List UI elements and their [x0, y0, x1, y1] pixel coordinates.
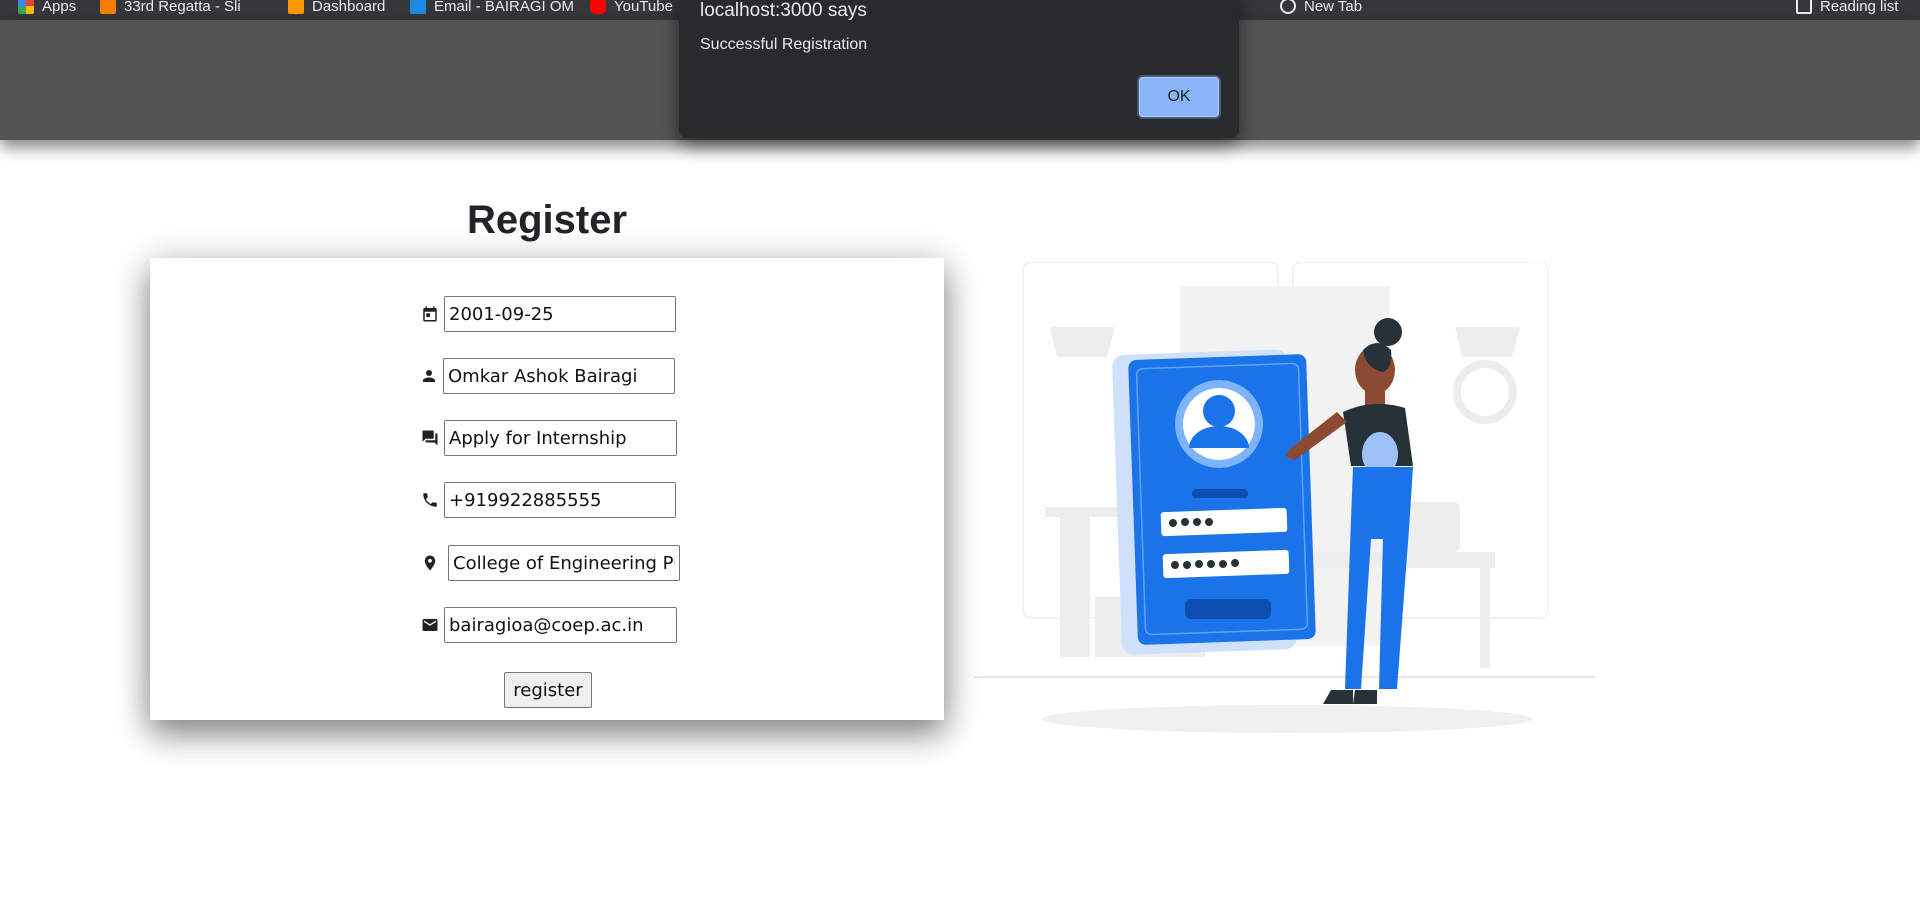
- dialog-title: localhost:3000 says: [700, 0, 867, 21]
- bookmark-email[interactable]: Email - BAIRAGI OM: [410, 0, 574, 16]
- calendar-icon: [420, 304, 440, 324]
- bookmark-label: Dashboard: [312, 0, 386, 15]
- bookmark-label: 33rd Regatta - Sli: [124, 0, 241, 15]
- dob-row: [420, 295, 676, 333]
- bookmark-regatta[interactable]: 33rd Regatta - Sli: [100, 0, 241, 16]
- bookmark-favicon-icon: [100, 0, 116, 14]
- bookmark-label: Reading list: [1820, 0, 1899, 15]
- purpose-row: [420, 419, 677, 457]
- phone-icon: [420, 490, 440, 510]
- bookmark-youtube[interactable]: YouTube: [590, 0, 673, 16]
- bookmark-label: Apps: [42, 0, 77, 15]
- dashboard-favicon-icon: [288, 0, 304, 14]
- mail-icon: [420, 615, 440, 635]
- phone-row: [420, 481, 676, 519]
- register-form: register: [150, 258, 944, 720]
- person-icon: [419, 366, 439, 386]
- dialog-message: Successful Registration: [700, 36, 868, 53]
- reading-list-icon: [1796, 0, 1812, 14]
- new-tab-icon: [1280, 0, 1296, 14]
- page-title: Register: [466, 198, 628, 242]
- youtube-icon: [590, 0, 606, 14]
- alert-dialog: localhost:3000 says Successful Registrat…: [679, 0, 1239, 138]
- purpose-input[interactable]: [444, 420, 677, 456]
- bookmark-label: New Tab: [1304, 0, 1363, 15]
- phone-input[interactable]: [444, 482, 676, 518]
- bookmark-dashboard[interactable]: Dashboard: [288, 0, 385, 16]
- name-row: [419, 357, 675, 395]
- mail-favicon-icon: [410, 0, 426, 14]
- bookmark-apps[interactable]: Apps: [18, 0, 76, 16]
- login-illustration: [975, 261, 1600, 742]
- bookmark-label: YouTube: [614, 0, 673, 15]
- bookmark-label: Email - BAIRAGI OM: [434, 0, 575, 15]
- email-input[interactable]: [444, 607, 677, 643]
- reading-list-button[interactable]: Reading list: [1796, 0, 1898, 16]
- email-row: [420, 606, 677, 644]
- location-pin-icon: [420, 553, 440, 573]
- name-input[interactable]: [443, 358, 675, 394]
- apps-grid-icon: [18, 0, 34, 14]
- address-input[interactable]: [448, 545, 680, 581]
- address-row: [420, 544, 680, 582]
- chat-icon: [420, 428, 440, 448]
- bookmark-new-tab[interactable]: New Tab: [1280, 0, 1362, 16]
- register-button[interactable]: register: [504, 672, 592, 708]
- dob-input[interactable]: [444, 296, 676, 332]
- ok-button[interactable]: OK: [1139, 77, 1219, 117]
